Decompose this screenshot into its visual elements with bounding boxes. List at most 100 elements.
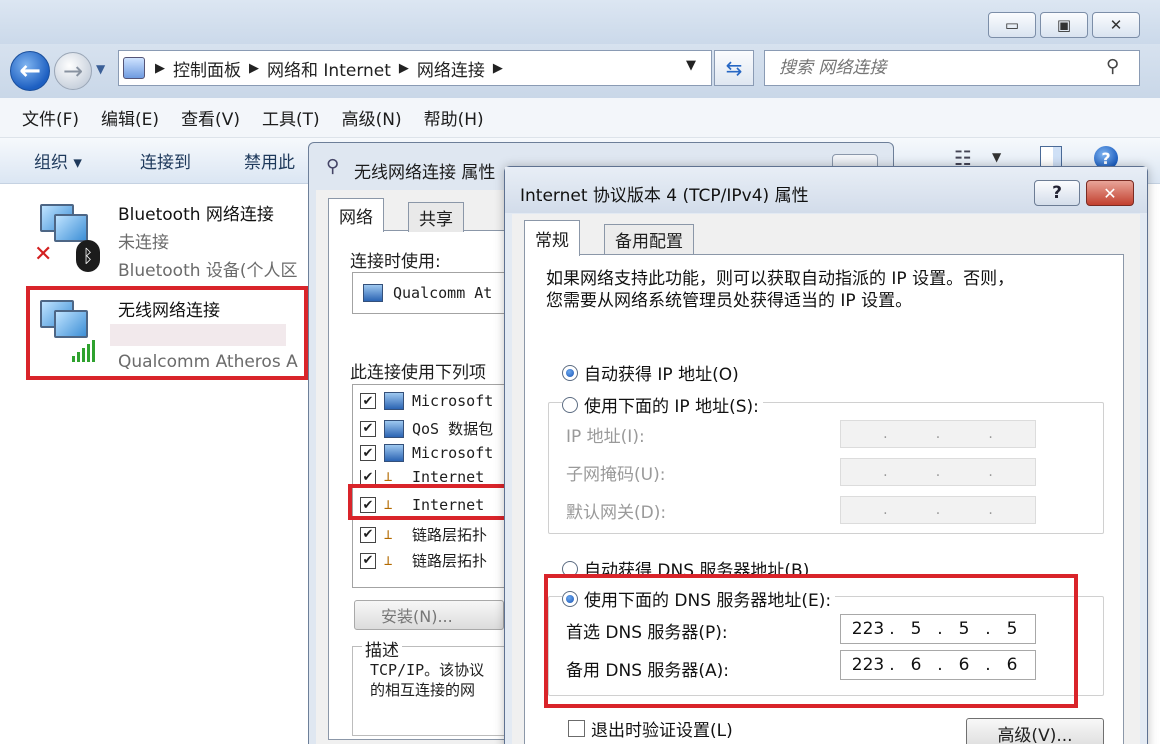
minimize-button[interactable]: ▭ xyxy=(988,12,1036,38)
wireless-highlight-box xyxy=(26,286,308,380)
dns-highlight-box xyxy=(544,574,1078,708)
protocol-icon: ⊥ xyxy=(384,552,393,569)
protocol-icon: ⊥ xyxy=(384,526,393,543)
bluetooth-connection-name[interactable]: Bluetooth 网络连接 xyxy=(118,200,274,225)
list-item[interactable]: ✔ Microsoft xyxy=(360,392,493,410)
tab-network[interactable]: 网络 xyxy=(328,198,384,232)
item-checkbox[interactable]: ✔ xyxy=(360,526,376,543)
item-checkbox[interactable]: ✔ xyxy=(360,420,376,437)
address-breadcrumb[interactable]: ▶ 控制面板 ▶ 网络和 Internet ▶ 网络连接 ▶ xyxy=(118,50,712,86)
item-label: Microsoft xyxy=(412,444,494,462)
minimize-icon: ▭ xyxy=(1004,16,1020,34)
menu-help[interactable]: 帮助(H) xyxy=(424,105,484,130)
refresh-button[interactable]: ⇆ xyxy=(714,50,754,86)
advanced-button[interactable]: 高级(V)... xyxy=(966,718,1104,744)
list-item[interactable]: ✔ ⊥ Internet xyxy=(360,470,484,484)
breadcrumb-chevron-icon[interactable]: ▶ xyxy=(493,61,503,76)
preview-pane-icon[interactable] xyxy=(1040,146,1062,168)
list-item[interactable]: ✔ ⊥ 链路层拓扑 xyxy=(360,524,487,545)
manual-ip-option[interactable]: 使用下面的 IP 地址(S): xyxy=(562,392,763,417)
tab-alternate-config[interactable]: 备用配置 xyxy=(604,224,694,254)
item-label: 链路层拓扑 xyxy=(412,526,488,544)
manual-ip-label: 使用下面的 IP 地址(S): xyxy=(584,397,759,417)
arrow-left-icon: ← xyxy=(19,56,41,86)
default-gateway-field[interactable]: ... xyxy=(840,496,1036,524)
item-label: Microsoft xyxy=(412,392,494,410)
search-box[interactable] xyxy=(764,50,1140,86)
item-label: 链路层拓扑 xyxy=(412,552,488,570)
explorer-titlebar xyxy=(0,0,1160,44)
list-item[interactable]: ✔ ⊥ 链路层拓扑 xyxy=(360,550,487,571)
description-line: 的相互连接的网 xyxy=(370,681,476,699)
refresh-icon: ⇆ xyxy=(725,56,743,80)
item-checkbox[interactable]: ✔ xyxy=(360,445,376,461)
breadcrumb-chevron-icon[interactable]: ▶ xyxy=(249,61,259,76)
disconnected-x-icon: ✕ xyxy=(34,242,53,267)
maximize-button[interactable]: ▣ xyxy=(1040,12,1088,38)
back-button[interactable]: ← xyxy=(10,51,50,91)
dialog-close-button[interactable]: ✕ xyxy=(1086,180,1134,206)
close-icon: ✕ xyxy=(1103,183,1117,203)
ipv4-highlight-box xyxy=(348,484,508,520)
description-legend: 描述 xyxy=(362,636,402,661)
adapter-icon xyxy=(363,284,383,302)
breadcrumb-network-connections[interactable]: 网络连接 xyxy=(417,56,485,81)
items-label: 此连接使用下列项 xyxy=(350,363,486,383)
dialog-help-button[interactable]: ? xyxy=(1034,180,1080,206)
properties-dialog-title: 无线网络连接 属性 xyxy=(354,163,496,183)
item-checkbox[interactable]: ✔ xyxy=(360,552,376,569)
menu-view[interactable]: 查看(V) xyxy=(181,105,240,130)
ipv4-dialog-title: Internet 协议版本 4 (TCP/IPv4) 属性 xyxy=(520,186,809,206)
breadcrumb-network-internet[interactable]: 网络和 Internet xyxy=(267,56,391,81)
intro-line: 如果网络支持此功能，则可以获取自动指派的 IP 设置。否则， xyxy=(546,269,1015,289)
search-input[interactable] xyxy=(779,58,1099,78)
menu-edit[interactable]: 编辑(E) xyxy=(101,105,159,130)
breadcrumb-chevron-icon[interactable]: ▶ xyxy=(155,61,165,76)
maximize-icon: ▣ xyxy=(1056,16,1072,34)
description-text: TCP/IP。该协议 的相互连接的网 xyxy=(370,660,510,700)
control-panel-icon xyxy=(123,57,145,79)
bluetooth-connection-device: Bluetooth 设备(个人区 xyxy=(118,261,298,281)
bluetooth-icon: ᛒ xyxy=(76,240,100,272)
disable-device-button[interactable]: 禁用此 xyxy=(244,148,295,173)
subnet-mask-field[interactable]: ... xyxy=(840,458,1036,486)
search-icon[interactable]: ⚲ xyxy=(1106,56,1119,77)
close-window-button[interactable]: ✕ xyxy=(1092,12,1140,38)
adapter-name: Qualcomm At xyxy=(393,284,493,302)
address-dropdown-icon[interactable]: ▼ xyxy=(686,58,696,73)
list-item[interactable]: ✔ QoS 数据包 xyxy=(360,418,493,439)
item-label: QoS 数据包 xyxy=(412,420,494,438)
default-gateway-label: 默认网关(D): xyxy=(566,503,667,523)
auto-ip-radio[interactable] xyxy=(562,364,578,381)
breadcrumb-chevron-icon[interactable]: ▶ xyxy=(399,61,409,76)
tab-sharing[interactable]: 共享 xyxy=(408,202,464,232)
tab-general[interactable]: 常规 xyxy=(524,220,580,256)
menu-tools[interactable]: 工具(T) xyxy=(262,105,320,130)
auto-ip-label: 自动获得 IP 地址(O) xyxy=(584,365,739,385)
auto-ip-option[interactable]: 自动获得 IP 地址(O) xyxy=(562,360,739,385)
connect-using-label: 连接时使用: xyxy=(350,252,441,272)
item-checkbox[interactable]: ✔ xyxy=(360,393,376,409)
forward-button[interactable]: → xyxy=(54,52,92,90)
menu-advanced[interactable]: 高级(N) xyxy=(342,105,402,130)
item-checkbox[interactable]: ✔ xyxy=(360,470,376,484)
validate-on-exit-option[interactable]: 退出时验证设置(L) xyxy=(568,716,733,741)
ip-address-field[interactable]: ... xyxy=(840,420,1036,448)
ip-address-label: IP 地址(I): xyxy=(566,427,645,447)
intro-line: 您需要从网络系统管理员处获得适当的 IP 设置。 xyxy=(546,291,913,311)
organize-button[interactable]: 组织 ▾ xyxy=(34,148,82,173)
bluetooth-connection-icon[interactable]: ✕ ᛒ xyxy=(34,200,100,272)
arrow-right-icon: → xyxy=(62,57,84,85)
network-client-icon xyxy=(384,392,404,410)
help-question-icon: ? xyxy=(1052,183,1062,203)
validate-checkbox[interactable] xyxy=(568,720,585,737)
history-dropdown-icon[interactable]: ▼ xyxy=(96,62,105,76)
manual-ip-radio[interactable] xyxy=(562,396,578,413)
install-button[interactable]: 安装(N)... xyxy=(354,600,504,630)
connect-to-button[interactable]: 连接到 xyxy=(140,148,191,173)
view-dropdown-icon[interactable]: ▼ xyxy=(992,150,1001,164)
breadcrumb-control-panel[interactable]: 控制面板 xyxy=(173,56,241,81)
menu-file[interactable]: 文件(F) xyxy=(22,105,79,130)
protocol-icon: ⊥ xyxy=(384,470,393,484)
list-item[interactable]: ✔ Microsoft xyxy=(360,444,493,462)
